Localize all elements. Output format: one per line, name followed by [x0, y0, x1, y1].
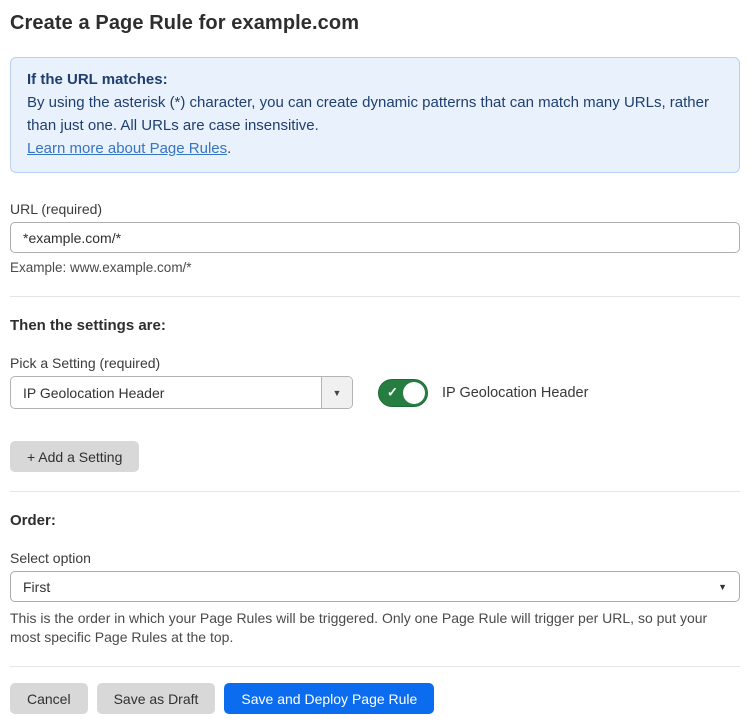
save-and-deploy-button[interactable]: Save and Deploy Page Rule — [224, 683, 434, 714]
chevron-down-icon: ▼ — [718, 582, 727, 592]
setting-row: IP Geolocation Header ▼ ✓ IP Geolocation… — [10, 376, 740, 409]
info-box-heading: If the URL matches: — [27, 68, 723, 91]
page-title: Create a Page Rule for example.com — [10, 12, 740, 35]
url-field-label: URL (required) — [10, 201, 740, 217]
create-page-rule-form: Create a Page Rule for example.com If th… — [0, 0, 750, 726]
toggle-label: IP Geolocation Header — [442, 385, 588, 401]
order-section-heading: Order: — [10, 512, 740, 529]
order-select-label: Select option — [10, 550, 740, 566]
url-input[interactable] — [10, 222, 740, 253]
url-matches-info-box: If the URL matches: By using the asteris… — [10, 57, 740, 173]
divider — [10, 296, 740, 297]
info-box-body: By using the asterisk (*) character, you… — [27, 91, 723, 137]
setting-select[interactable]: IP Geolocation Header ▼ — [10, 376, 353, 409]
toggle-knob — [403, 382, 425, 404]
ip-geolocation-toggle[interactable]: ✓ — [378, 379, 428, 407]
add-setting-button[interactable]: + Add a Setting — [10, 441, 139, 472]
divider — [10, 491, 740, 492]
settings-section-heading: Then the settings are: — [10, 317, 740, 334]
learn-more-link[interactable]: Learn more about Page Rules — [27, 140, 227, 157]
pick-setting-label: Pick a Setting (required) — [10, 355, 740, 371]
setting-select-value: IP Geolocation Header — [11, 377, 321, 408]
link-period: . — [227, 140, 231, 157]
url-example-helper: Example: www.example.com/* — [10, 259, 740, 277]
divider — [10, 666, 740, 667]
checkmark-icon: ✓ — [387, 384, 398, 400]
cancel-button[interactable]: Cancel — [10, 683, 88, 714]
order-select[interactable]: First ▼ — [10, 571, 740, 602]
setting-select-arrow-button[interactable]: ▼ — [321, 377, 352, 408]
order-select-value: First — [23, 579, 50, 595]
order-helper-text: This is the order in which your Page Rul… — [10, 609, 740, 647]
footer-buttons: Cancel Save as Draft Save and Deploy Pag… — [10, 683, 740, 714]
save-as-draft-button[interactable]: Save as Draft — [97, 683, 216, 714]
info-box-link-line: Learn more about Page Rules. — [27, 137, 723, 160]
chevron-down-icon: ▼ — [333, 388, 342, 398]
